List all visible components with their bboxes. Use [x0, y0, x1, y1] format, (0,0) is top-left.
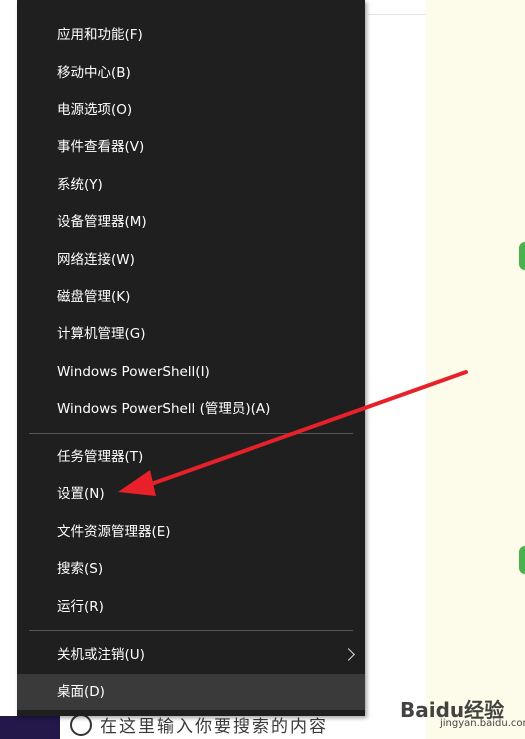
menu-item-label: 系统(Y): [57, 177, 103, 193]
menu-item-device-manager[interactable]: 设备管理器(M): [17, 204, 365, 240]
menu-item-label: Windows PowerShell(I): [57, 364, 210, 380]
menu-item-task-manager[interactable]: 任务管理器(T): [17, 439, 365, 475]
green-marker: [519, 242, 525, 270]
background-panel: [368, 0, 426, 739]
menu-item-network-connections[interactable]: 网络连接(W): [17, 242, 365, 278]
menu-item-computer-management[interactable]: 计算机管理(G): [17, 316, 365, 352]
menu-item-file-explorer[interactable]: 文件资源管理器(E): [17, 514, 365, 550]
menu-item-label: 磁盘管理(K): [57, 289, 131, 305]
menu-item-settings[interactable]: 设置(N): [17, 476, 365, 512]
menu-item-label: 计算机管理(G): [57, 326, 146, 342]
menu-item-mobility-center[interactable]: 移动中心(B): [17, 55, 365, 91]
taskbar-start-area[interactable]: [0, 716, 60, 739]
watermark-url: jingyan.baidu.com: [440, 718, 525, 729]
menu-item-label: 设置(N): [57, 486, 105, 502]
menu-item-apps-features[interactable]: 应用和功能(F): [17, 17, 365, 53]
menu-item-label: Windows PowerShell (管理员)(A): [57, 401, 271, 417]
menu-item-powershell[interactable]: Windows PowerShell(I): [17, 354, 365, 390]
menu-item-label: 移动中心(B): [57, 65, 131, 81]
menu-item-disk-management[interactable]: 磁盘管理(K): [17, 279, 365, 315]
menu-item-label: 网络连接(W): [57, 252, 135, 268]
background-divider: [368, 14, 426, 15]
menu-item-search[interactable]: 搜索(S): [17, 551, 365, 587]
menu-item-shutdown[interactable]: 关机或注销(U): [17, 637, 365, 673]
menu-item-desktop[interactable]: 桌面(D): [17, 674, 365, 710]
menu-item-label: 设备管理器(M): [57, 214, 147, 230]
menu-item-power-options[interactable]: 电源选项(O): [17, 92, 365, 128]
chevron-right-icon: [342, 648, 355, 661]
background-page: [426, 0, 525, 739]
menu-item-label: 任务管理器(T): [57, 449, 144, 465]
menu-item-label: 应用和功能(F): [57, 27, 143, 43]
menu-item-run[interactable]: 运行(R): [17, 589, 365, 625]
menu-separator: [29, 433, 353, 434]
menu-item-event-viewer[interactable]: 事件查看器(V): [17, 129, 365, 165]
menu-item-label: 搜索(S): [57, 561, 104, 577]
menu-item-label: 运行(R): [57, 599, 104, 615]
green-marker: [519, 546, 525, 574]
menu-item-label: 电源选项(O): [57, 102, 133, 118]
search-icon: [70, 714, 92, 736]
menu-item-label: 文件资源管理器(E): [57, 524, 171, 540]
menu-item-powershell-admin[interactable]: Windows PowerShell (管理员)(A): [17, 391, 365, 427]
menu-item-system[interactable]: 系统(Y): [17, 167, 365, 203]
menu-item-label: 关机或注销(U): [57, 647, 145, 663]
winx-context-menu: 应用和功能(F) 移动中心(B) 电源选项(O) 事件查看器(V) 系统(Y) …: [17, 0, 365, 716]
menu-separator: [29, 630, 353, 631]
menu-item-label: 桌面(D): [57, 684, 105, 700]
menu-item-label: 事件查看器(V): [57, 139, 145, 155]
